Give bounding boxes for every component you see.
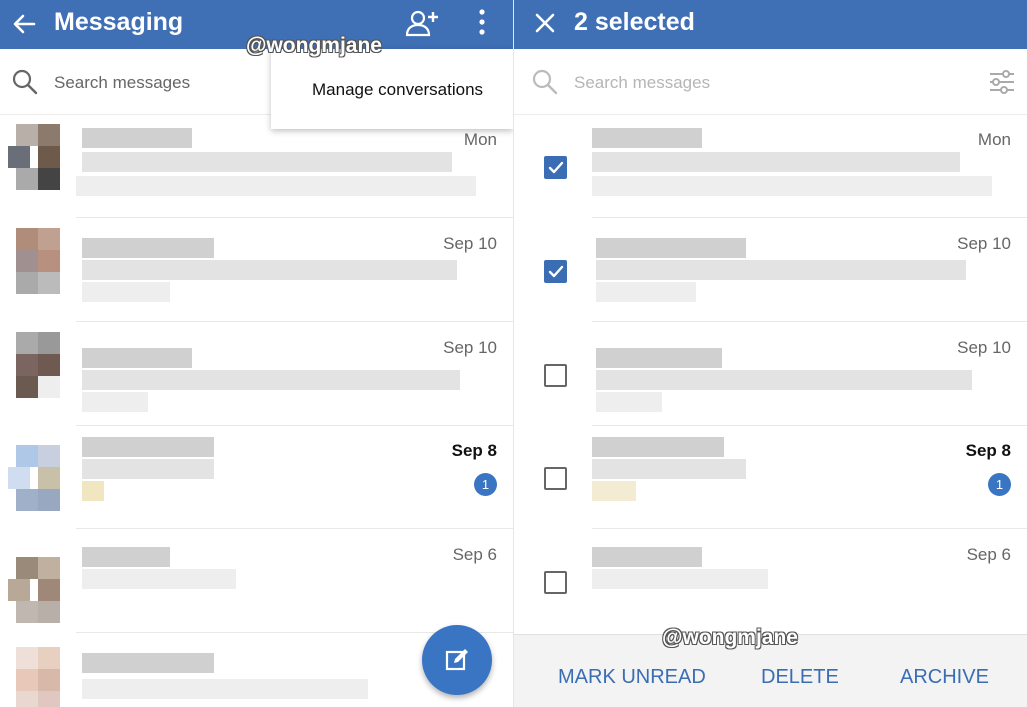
check-icon	[548, 265, 564, 278]
conversation-date: Sep 8	[451, 441, 497, 460]
conversation-row[interactable]: Sep 10	[514, 322, 1027, 426]
check-icon	[548, 161, 564, 174]
avatar	[8, 124, 60, 190]
compose-button[interactable]	[422, 625, 492, 695]
conversation-date: Sep 6	[452, 545, 497, 564]
close-icon[interactable]	[534, 12, 556, 34]
delete-button[interactable]: DELETE	[761, 666, 839, 689]
messaging-panel: Messaging Search messages Mon Sep 10 Sep…	[0, 0, 513, 707]
search-bar[interactable]: Search messages	[514, 49, 1027, 115]
app-bar: 2 selected	[514, 0, 1027, 49]
conversation-row[interactable]: Sep 10	[0, 218, 513, 322]
conversation-date: Mon	[463, 130, 497, 149]
conversation-row[interactable]: Mon	[0, 114, 513, 218]
avatar	[8, 643, 60, 707]
page-title: Messaging	[54, 8, 184, 36]
edit-icon	[444, 647, 470, 673]
select-checkbox[interactable]	[544, 156, 567, 179]
search-icon	[532, 69, 558, 95]
conversation-row[interactable]: Mon	[514, 114, 1027, 218]
overflow-menu: Manage conversations	[271, 49, 513, 129]
archive-button[interactable]: ARCHIVE	[900, 666, 989, 689]
conversation-row[interactable]: Sep 6	[514, 529, 1027, 633]
conversation-row[interactable]: Sep 8 1	[0, 425, 513, 529]
search-icon	[12, 69, 38, 95]
menu-item-manage-conversations[interactable]: Manage conversations	[312, 80, 483, 100]
unread-count-badge: 1	[474, 473, 497, 496]
unread-count-badge: 1	[988, 473, 1011, 496]
selection-panel: 2 selected Search messages Mon Sep 10 Se…	[514, 0, 1027, 707]
select-checkbox[interactable]	[544, 364, 567, 387]
filter-sliders-icon[interactable]	[988, 69, 1016, 95]
select-checkbox[interactable]	[544, 467, 567, 490]
conversation-date: Sep 6	[966, 545, 1011, 564]
select-checkbox[interactable]	[544, 260, 567, 283]
mark-unread-button[interactable]: MARK UNREAD	[558, 666, 706, 689]
conversation-date: Sep 10	[443, 338, 497, 357]
more-vert-icon[interactable]	[476, 8, 488, 38]
conversation-row[interactable]: Sep 6	[0, 529, 513, 633]
conversation-row[interactable]: Sep 10	[0, 322, 513, 426]
watermark: @wongmjane	[662, 626, 798, 649]
search-input[interactable]: Search messages	[574, 73, 710, 93]
avatar	[8, 332, 60, 398]
avatar	[8, 228, 60, 294]
watermark: @wongmjane	[246, 34, 382, 57]
conversation-row[interactable]: Sep 8 1	[514, 425, 1027, 529]
select-checkbox[interactable]	[544, 571, 567, 594]
conversation-date: Sep 8	[965, 441, 1011, 460]
person-add-icon[interactable]	[404, 8, 440, 38]
conversation-date: Sep 10	[443, 234, 497, 253]
back-arrow-icon[interactable]	[10, 10, 38, 38]
conversation-row[interactable]: Sep 10	[514, 218, 1027, 322]
avatar	[8, 539, 60, 623]
conversation-date: Mon	[977, 130, 1011, 149]
search-input[interactable]: Search messages	[54, 73, 190, 93]
conversation-date: Sep 10	[957, 234, 1011, 253]
selection-title: 2 selected	[574, 8, 695, 36]
avatar	[8, 435, 60, 511]
conversation-date: Sep 10	[957, 338, 1011, 357]
